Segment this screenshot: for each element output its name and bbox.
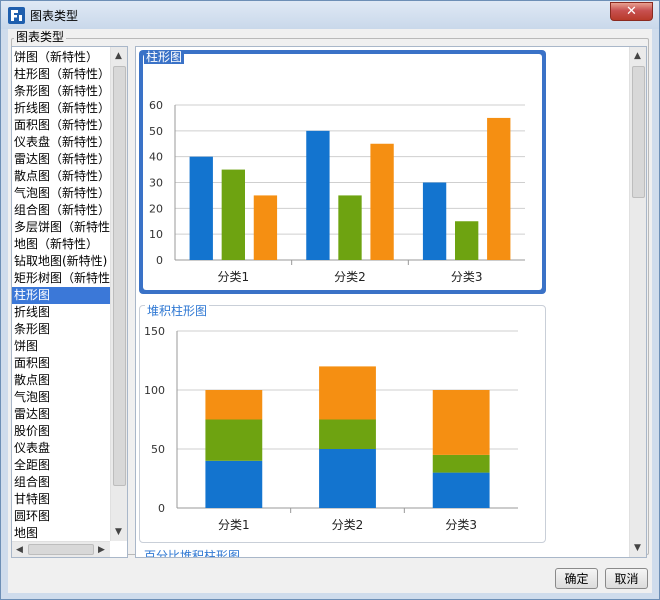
bar bbox=[422, 182, 447, 260]
list-item[interactable]: 面积图（新特性） bbox=[12, 117, 110, 134]
bar-chart: 0 10 20 30 40 50 60 分类1 分类2 分类3 bbox=[149, 99, 525, 284]
scroll-down-icon[interactable]: ▼ bbox=[115, 527, 122, 537]
preview-vertical-scrollbar[interactable]: ▲ ▼ bbox=[629, 47, 646, 557]
title-bar: 图表类型 ✕ bbox=[1, 1, 659, 29]
bar bbox=[338, 195, 362, 260]
bar bbox=[319, 366, 376, 420]
list-item[interactable]: 仪表盘（新特性） bbox=[12, 134, 110, 151]
y-tick-label: 10 bbox=[149, 228, 163, 241]
list-item[interactable]: 散点图 bbox=[12, 372, 110, 389]
list-item[interactable]: 条形图（新特性） bbox=[12, 83, 110, 100]
list-item[interactable]: 地图（新特性） bbox=[12, 236, 110, 253]
bar bbox=[432, 472, 490, 508]
app-logo-icon bbox=[8, 7, 25, 24]
y-tick-label: 150 bbox=[144, 325, 165, 338]
chart-option-title: 堆积柱形图 bbox=[145, 304, 210, 318]
bar bbox=[189, 156, 213, 260]
x-tick-label: 分类3 bbox=[451, 270, 483, 284]
list-item[interactable]: 组合图（新特性） bbox=[12, 202, 110, 219]
list-horizontal-scrollbar[interactable]: ◀ ▶ bbox=[12, 541, 110, 557]
bar bbox=[370, 143, 394, 260]
x-tick-label: 分类1 bbox=[218, 518, 250, 532]
x-tick-label: 分类2 bbox=[334, 270, 366, 284]
scroll-up-icon[interactable]: ▲ bbox=[115, 51, 122, 61]
list-item[interactable]: 面积图 bbox=[12, 355, 110, 372]
list-item[interactable]: 饼图 bbox=[12, 338, 110, 355]
bar bbox=[432, 454, 490, 473]
preview-vertical-thumb[interactable] bbox=[632, 66, 645, 198]
list-item[interactable]: 散点图（新特性） bbox=[12, 168, 110, 185]
ok-button[interactable]: 确定 bbox=[555, 568, 598, 589]
bar bbox=[455, 221, 479, 260]
y-tick-label: 40 bbox=[149, 151, 163, 164]
y-tick-label: 0 bbox=[156, 254, 163, 267]
list-item[interactable]: 折线图（新特性） bbox=[12, 100, 110, 117]
y-tick-label: 0 bbox=[158, 502, 165, 515]
cancel-button[interactable]: 取消 bbox=[605, 568, 648, 589]
list-item[interactable]: 多层饼图（新特性） bbox=[12, 219, 110, 236]
chart-type-list[interactable]: 饼图（新特性） 柱形图（新特性） 条形图（新特性） 折线图（新特性） 面积图（新特性）仪… bbox=[11, 46, 128, 558]
bar bbox=[205, 419, 263, 461]
chart-option-title: 柱形图 bbox=[144, 50, 185, 64]
close-button[interactable]: ✕ bbox=[610, 2, 653, 21]
chart-option-title[interactable]: 百分比堆积柱形图 bbox=[144, 547, 240, 557]
bar bbox=[306, 130, 330, 260]
list-vertical-thumb[interactable] bbox=[113, 66, 126, 486]
list-item[interactable]: 矩形树图（新特性） bbox=[12, 270, 110, 287]
list-item[interactable]: 甘特图 bbox=[12, 491, 110, 508]
list-item[interactable]: 雷达图（新特性） bbox=[12, 151, 110, 168]
y-tick-label: 100 bbox=[144, 384, 165, 397]
chart-option-bar-inner: 0 10 20 30 40 50 60 分类1 分类2 分类3 bbox=[143, 54, 542, 290]
bar bbox=[205, 390, 263, 420]
chart-type-dialog: 图表类型 ✕ 图表类型 饼图（新特性） 柱形图（新特性） 条形图（新特性） 折线图（新… bbox=[0, 0, 660, 600]
stacked-bar-chart: 0 50 100 150 分类1 分类2 分类3 bbox=[144, 325, 518, 532]
dialog-body: 图表类型 饼图（新特性） 柱形图（新特性） 条形图（新特性） 折线图（新特性） 面积图（… bbox=[8, 29, 652, 593]
bar bbox=[221, 169, 245, 260]
list-item[interactable]: 全距图 bbox=[12, 457, 110, 474]
bar bbox=[205, 460, 263, 508]
y-tick-label: 50 bbox=[151, 443, 165, 456]
list-item[interactable]: 条形图 bbox=[12, 321, 110, 338]
bar bbox=[432, 390, 490, 455]
bar bbox=[487, 117, 511, 260]
list-item[interactable]: 地图 bbox=[12, 525, 110, 542]
x-tick-label: 分类2 bbox=[332, 518, 364, 532]
list-item[interactable]: 气泡图 bbox=[12, 389, 110, 406]
chart-preview-panel: 0 10 20 30 40 50 60 分类1 分类2 分类3 柱形图 0 50 100 150 分类1 分… bbox=[135, 46, 647, 558]
y-tick-label: 60 bbox=[149, 99, 163, 112]
y-tick-label: 20 bbox=[149, 202, 163, 215]
chart-option-stacked-bar[interactable]: 0 50 100 150 分类1 分类2 分类3 堆积柱形图 bbox=[139, 304, 546, 543]
scroll-left-icon[interactable]: ◀ bbox=[16, 545, 23, 555]
y-tick-label: 30 bbox=[149, 177, 163, 190]
list-horizontal-thumb[interactable] bbox=[28, 544, 94, 555]
list-item[interactable]: 饼图（新特性） bbox=[12, 49, 110, 66]
scroll-up-icon[interactable]: ▲ bbox=[634, 51, 641, 61]
list-item[interactable]: 仪表盘 bbox=[12, 440, 110, 457]
x-tick-label: 分类1 bbox=[218, 270, 250, 284]
scroll-right-icon[interactable]: ▶ bbox=[98, 545, 105, 555]
y-tick-label: 50 bbox=[149, 125, 163, 138]
list-item[interactable]: 钻取地图(新特性) bbox=[12, 253, 110, 270]
list-item[interactable]: 圆环图 bbox=[12, 508, 110, 525]
scroll-down-icon[interactable]: ▼ bbox=[634, 543, 641, 553]
group-label: 图表类型 bbox=[14, 30, 67, 44]
list-item[interactable]: 柱形图 bbox=[12, 287, 110, 304]
window-title: 图表类型 bbox=[30, 9, 79, 23]
x-tick-label: 分类3 bbox=[445, 518, 477, 532]
bar bbox=[253, 195, 278, 260]
bar bbox=[319, 419, 376, 449]
list-item[interactable]: 折线图 bbox=[12, 304, 110, 321]
list-item[interactable]: 雷达图 bbox=[12, 406, 110, 423]
list-item[interactable]: 气泡图（新特性） bbox=[12, 185, 110, 202]
bar bbox=[319, 449, 376, 508]
list-item[interactable]: 股价图 bbox=[12, 423, 110, 440]
chart-option-bar[interactable]: 0 10 20 30 40 50 60 分类1 分类2 分类3 柱形图 bbox=[139, 50, 546, 294]
list-item[interactable]: 组合图 bbox=[12, 474, 110, 491]
list-item[interactable]: 柱形图（新特性） bbox=[12, 66, 110, 83]
list-vertical-scrollbar[interactable]: ▲ ▼ bbox=[110, 47, 127, 541]
